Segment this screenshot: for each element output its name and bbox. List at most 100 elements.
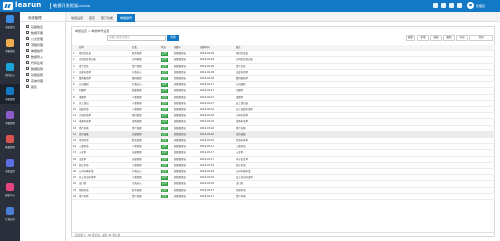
user-avatar[interactable] (467, 2, 474, 9)
status-cell: 启用 (160, 193, 173, 201)
table-cell: 超级管理员 (173, 193, 199, 201)
folder-icon (26, 55, 29, 58)
sub-nav: 系统管理 基础信息 数据字典 公文管理 流程管理 单据编号 数据导入 代码生成 … (20, 12, 66, 241)
home-icon (6, 15, 14, 23)
nav-reports[interactable]: 报表中心 (0, 180, 20, 200)
nav-data[interactable]: 数据管理 (0, 132, 20, 152)
folder-icon (26, 43, 29, 46)
sub-nav-item[interactable]: 功能权限 (23, 72, 65, 77)
delete-button[interactable]: 删除 (443, 35, 455, 41)
status-badge: 启用 (161, 114, 168, 118)
table-cell: 资产申购 (78, 193, 131, 201)
status-badge: 启用 (161, 120, 168, 124)
nav-home[interactable]: 系统首页 (0, 12, 20, 32)
brand-name: learun (15, 1, 42, 9)
status-badge: 启用 (161, 157, 168, 162)
settings-icon[interactable] (457, 3, 462, 8)
tab-department[interactable]: 部门功能 (98, 14, 116, 22)
header-divider (50, 3, 51, 9)
status-badge: 启用 (161, 170, 168, 174)
approval-icon (6, 39, 14, 47)
status-badge: 启用 (161, 176, 168, 180)
table-cell: 资产申购 (235, 193, 495, 201)
table-cell: 资产管理 (131, 193, 160, 201)
folder-icon (26, 49, 29, 52)
fullscreen-icon[interactable] (433, 3, 438, 8)
folder-icon (26, 79, 29, 82)
sub-nav-header: 系统管理 (20, 12, 65, 22)
status-badge: 启用 (161, 145, 168, 149)
sub-nav-item[interactable]: 数据权限 (23, 66, 65, 71)
tabs-bar: 常用设置 首页 部门功能 单据编号 (66, 12, 500, 22)
report-icon (6, 183, 14, 191)
status-badge: 启用 (161, 139, 168, 143)
export-button[interactable]: 导出 (456, 35, 468, 41)
folder-icon (26, 61, 29, 64)
search-button[interactable]: 查询 (167, 35, 179, 41)
status-badge: 启用 (161, 188, 168, 193)
table-row[interactable]: 24 资产申购 资产管理 启用 超级管理员 2019-04-27 资产申购 (72, 193, 495, 201)
folder-icon (26, 31, 29, 34)
tab-common[interactable]: 常用设置 (68, 14, 86, 22)
nav-documents[interactable]: 单据管理 (0, 108, 20, 128)
status-badge: 启用 (161, 70, 168, 75)
notification-icon[interactable] (449, 3, 454, 8)
add-button[interactable]: 新增 (417, 35, 429, 41)
status-badge: 启用 (161, 58, 168, 62)
sub-nav-item[interactable]: 数据导入 (23, 54, 65, 59)
main-nav: 系统首页 单据审批 我的办公 系统管理 单据管理 数据管理 系统设置 报表中心 … (0, 12, 20, 241)
user-name[interactable]: 管理员 (476, 4, 485, 8)
nav-settings[interactable]: 系统设置 (0, 156, 20, 176)
system-icon (6, 87, 14, 95)
gear-icon (6, 159, 14, 167)
pagination-info: 显示第 1 - 30 条记录，总共 31 条记录 (72, 232, 495, 238)
status-badge: 启用 (161, 64, 168, 69)
folder-icon (26, 85, 29, 88)
refresh-button[interactable]: 刷新 (406, 35, 415, 41)
nav-system[interactable]: 系统管理 (0, 84, 20, 104)
status-badge: 启用 (161, 101, 168, 106)
tab-home[interactable]: 首页 (86, 14, 98, 22)
sub-nav-item[interactable]: 单据编号 (23, 48, 65, 53)
app-header: learun 敏捷开发框架(2019V8) 管理员 (0, 0, 500, 12)
data-table: 名称 分类 状态 创建人 创建时间 备注 1 项目信息表 财务管理 启用 超级管理员 2019-04… (72, 45, 495, 201)
nav-approval[interactable]: 单据审批 (0, 36, 20, 56)
database-icon (6, 135, 14, 143)
nav-office[interactable]: 我的办公 (0, 60, 20, 80)
sub-nav-item[interactable]: 流程管理 (23, 42, 65, 47)
status-badge: 启用 (161, 194, 168, 199)
sub-nav-item[interactable]: 实体管理 (23, 78, 65, 83)
status-badge: 启用 (161, 108, 168, 112)
print-button[interactable]: 打印 (469, 35, 493, 41)
search-input[interactable]: 请输入搜索关键字 (107, 35, 166, 41)
status-badge: 启用 (161, 95, 168, 100)
content-panel: 单据设置 > 单据单号设置 请输入搜索关键字 查询 刷新 新增 编辑 删除 导出… (71, 26, 495, 237)
app-title: 敏捷开发框架(2019V8) (53, 3, 91, 8)
message-icon[interactable] (441, 3, 446, 8)
edit-button[interactable]: 编辑 (430, 35, 442, 41)
status-badge: 启用 (161, 126, 168, 131)
extension-icon (6, 207, 14, 215)
sub-nav-item[interactable]: 报表 (23, 84, 65, 89)
sub-nav-item[interactable]: 基础信息 (23, 24, 65, 29)
status-badge: 启用 (161, 151, 168, 155)
brand-logo (3, 2, 13, 10)
folder-icon (26, 67, 29, 70)
breadcrumb: 单据设置 > 单据单号设置 (75, 29, 110, 33)
sub-nav-item[interactable]: 代码生成 (23, 60, 65, 65)
nav-extensions[interactable]: 扩展应用 (0, 204, 20, 224)
folder-icon (26, 37, 29, 40)
folder-icon (26, 25, 29, 28)
status-badge: 启用 (161, 77, 168, 81)
table-cell: 2019-04-27 (199, 193, 235, 201)
status-badge: 启用 (161, 132, 168, 137)
document-icon (6, 111, 14, 119)
status-badge: 启用 (161, 163, 168, 168)
status-badge: 启用 (161, 83, 168, 87)
folder-icon (26, 73, 29, 76)
status-badge: 启用 (161, 52, 168, 56)
sub-nav-item[interactable]: 数据字典 (23, 30, 65, 35)
status-badge: 启用 (161, 182, 168, 186)
tab-doc-number[interactable]: 单据编号 (117, 14, 136, 22)
sub-nav-item[interactable]: 公文管理 (23, 36, 65, 41)
